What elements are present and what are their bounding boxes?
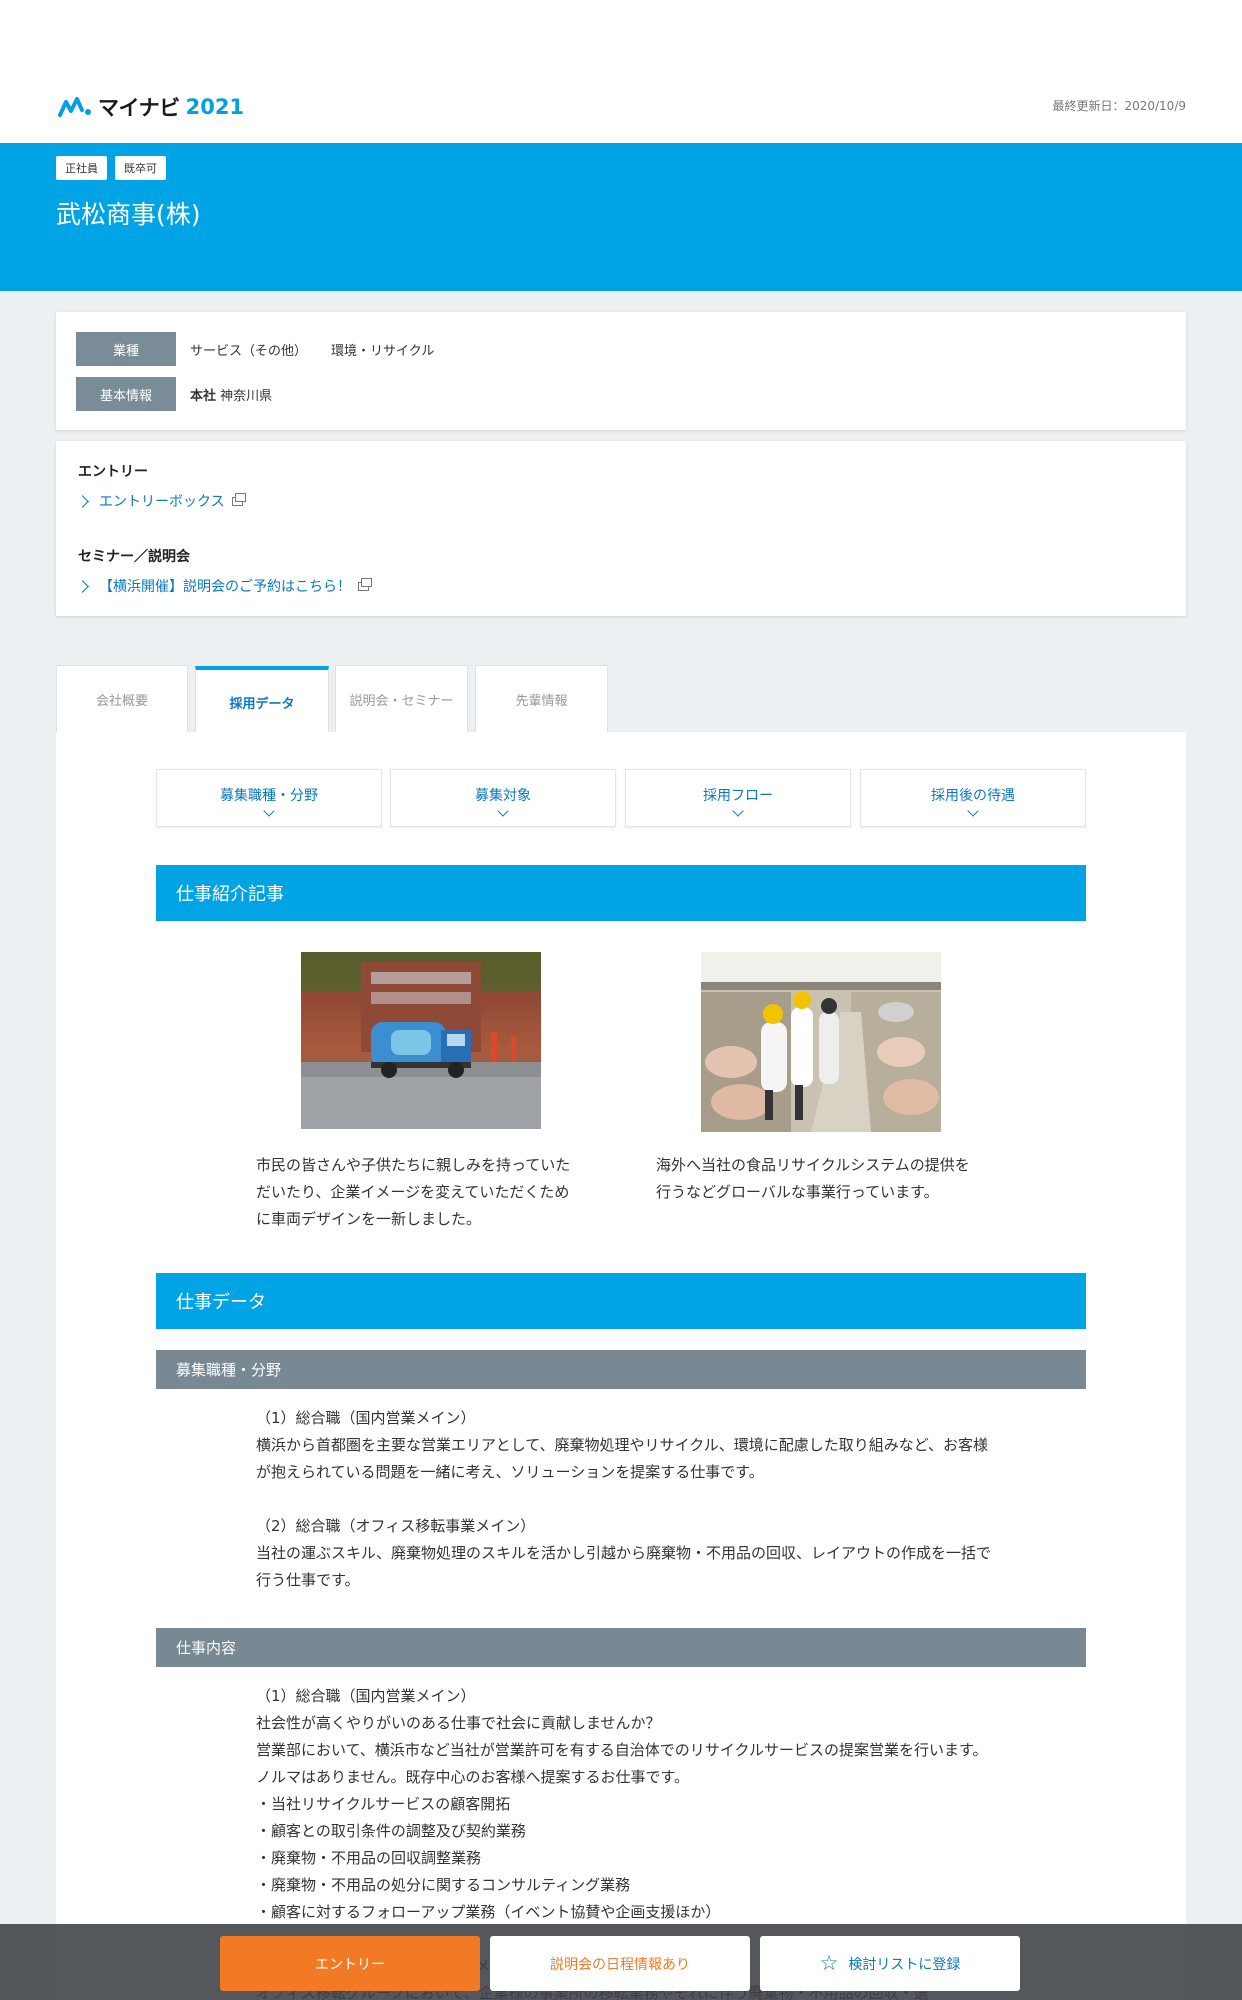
chevron-down-icon	[263, 805, 275, 817]
bottom-action-bar: エントリー 説明会の日程情報あり ☆ 検討リストに登録	[0, 1924, 1242, 2000]
subnav-job-fields-label: 募集職種・分野	[220, 788, 318, 804]
entry-box-link[interactable]: エントリーボックス	[76, 491, 246, 511]
site-header: マイナビ 2021 最終更新日：2020/10/9	[0, 0, 1242, 143]
industry-value: サービス（その他） 環境・リサイクル	[190, 340, 434, 359]
job-fields-heading: 募集職種・分野	[156, 1350, 1086, 1389]
subnav-benefits-label: 採用後の待遇	[931, 788, 1015, 804]
headquarters-value: 本社 神奈川県	[190, 385, 272, 404]
seminar-schedule-button[interactable]: 説明会の日程情報あり	[490, 1936, 750, 1991]
article-photo-truck	[301, 952, 541, 1129]
job-content-heading: 仕事内容	[156, 1628, 1086, 1667]
entry-box-link-label: エントリーボックス	[99, 494, 225, 510]
recruitment-data-panel: 募集職種・分野 募集対象 採用フロー 採用後の待遇 仕事紹介記事 市民の皆さんや…	[56, 732, 1186, 2000]
tab-recruitment-data[interactable]: 採用データ	[195, 666, 329, 734]
subnav-benefits[interactable]: 採用後の待遇	[860, 769, 1086, 827]
chevron-right-icon	[76, 494, 89, 508]
job-data-heading: 仕事データ	[156, 1273, 1086, 1329]
chevron-down-icon	[497, 805, 509, 817]
hq-label: 本社	[190, 388, 217, 404]
logo-text: マイナビ	[98, 96, 180, 120]
industry-value-1: サービス（その他）	[190, 343, 308, 359]
basic-info-row: 基本情報 本社 神奈川県	[76, 377, 272, 411]
mynavi-logo[interactable]: マイナビ 2021	[58, 94, 244, 120]
subnav-target-label: 募集対象	[475, 788, 531, 804]
seminar-title: セミナー／説明会	[78, 549, 190, 565]
company-hero: 正社員 既卒可 武松商事(株)	[0, 143, 1242, 291]
add-to-list-label: 検討リストに登録	[848, 1956, 961, 1973]
chevron-down-icon	[967, 805, 979, 817]
chevron-down-icon	[732, 805, 744, 817]
mynavi-logo-icon	[58, 97, 91, 117]
subnav-target[interactable]: 募集対象	[390, 769, 616, 827]
hq-value: 神奈川県	[220, 388, 273, 404]
external-window-icon	[231, 492, 246, 506]
add-to-list-button[interactable]: ☆ 検討リストに登録	[760, 1936, 1020, 1991]
basic-info-label: 基本情報	[76, 377, 176, 411]
subnav-flow[interactable]: 採用フロー	[625, 769, 851, 827]
seminar-reservation-link[interactable]: 【横浜開催】説明会のご予約はこちら！	[76, 576, 372, 596]
entry-title: エントリー	[78, 464, 148, 480]
industry-label: 業種	[76, 332, 176, 366]
logo-year: 2021	[185, 95, 245, 119]
chevron-right-icon	[76, 579, 89, 593]
tab-company-overview[interactable]: 会社概要	[56, 665, 188, 733]
last-updated: 最終更新日：2020/10/9	[1052, 99, 1186, 113]
company-name: 武松商事(株)	[56, 200, 201, 229]
job-fields-text: （1）総合職（国内営業メイン） 横浜から首都圏を主要な営業エリアとして、廃棄物処…	[256, 1409, 992, 1589]
article-caption-2: 海外へ当社の食品リサイクルシステムの提供を行うなどグローバルな事業行っています。	[656, 1156, 970, 1201]
employment-badges: 正社員 既卒可	[56, 156, 166, 180]
seminar-reservation-label: 【横浜開催】説明会のご予約はこちら！	[99, 579, 351, 595]
badge-fulltime: 正社員	[56, 156, 107, 180]
company-info-card: 業種 サービス（その他） 環境・リサイクル 基本情報 本社 神奈川県	[56, 312, 1186, 430]
entry-button[interactable]: エントリー	[220, 1936, 480, 1991]
industry-row: 業種 サービス（その他） 環境・リサイクル	[76, 332, 434, 366]
articles-heading: 仕事紹介記事	[156, 865, 1086, 921]
subnav-flow-label: 採用フロー	[703, 788, 773, 804]
subnav-job-fields[interactable]: 募集職種・分野	[156, 769, 382, 827]
badge-graduates-ok: 既卒可	[115, 156, 166, 180]
entry-card: エントリー エントリーボックス セミナー／説明会 【横浜開催】説明会のご予約はこ…	[56, 441, 1186, 616]
article-photo-farm	[701, 952, 941, 1132]
external-window-icon	[358, 577, 372, 591]
industry-value-2: 環境・リサイクル	[331, 343, 435, 359]
article-caption-1: 市民の皆さんや子供たちに親しみを持っていただいたり、企業イメージを変えていただく…	[256, 1156, 571, 1228]
star-icon: ☆	[819, 1951, 839, 1975]
tab-seminars[interactable]: 説明会・セミナー	[335, 665, 468, 733]
tab-senior-info[interactable]: 先輩情報	[475, 665, 608, 733]
